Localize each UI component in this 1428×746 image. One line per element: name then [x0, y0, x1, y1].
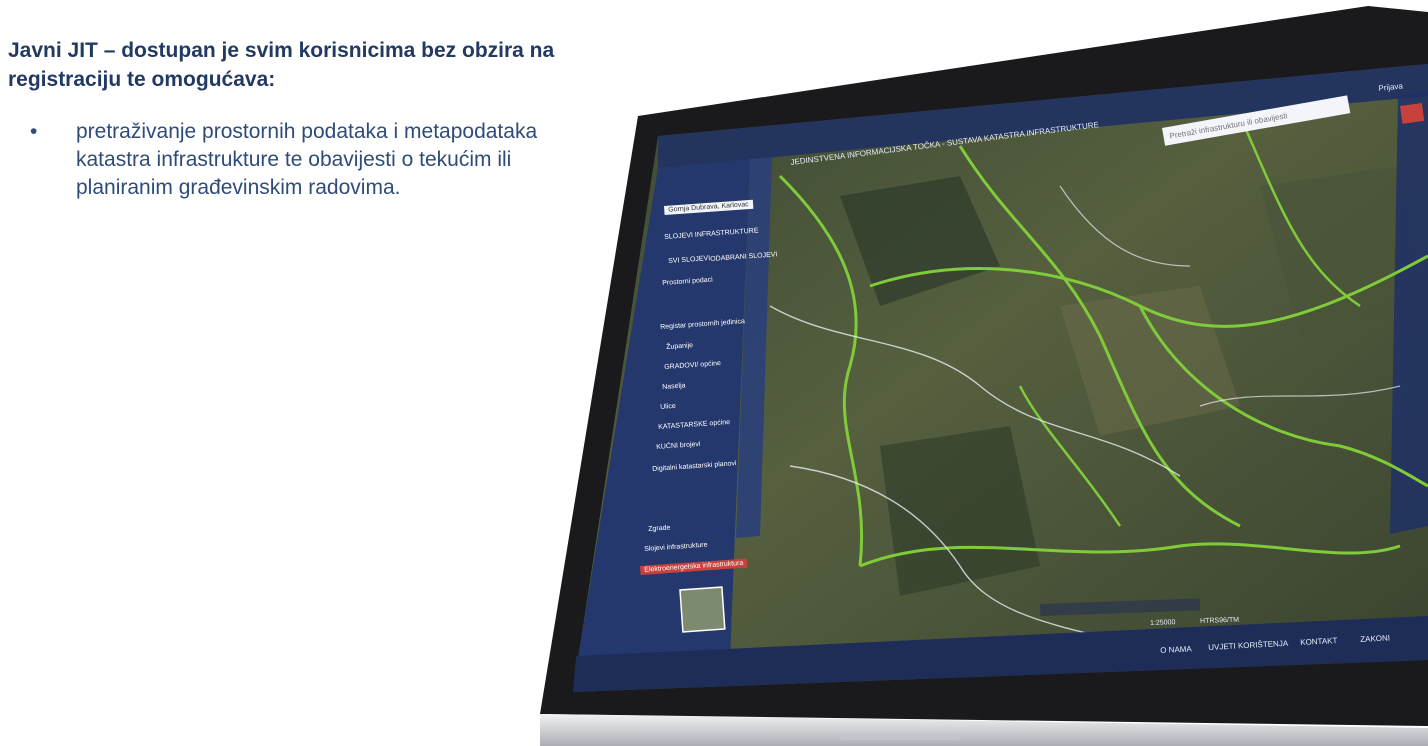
map-search-input[interactable] [1162, 95, 1351, 146]
layer-item[interactable]: Prostorni podaci [662, 276, 713, 287]
footer-link-terms[interactable]: UVJETI KORIŠTENJA [1208, 639, 1288, 652]
panel-title: SLOJEVI INFRASTRUKTURE [664, 227, 759, 241]
feature-list-item: • pretraživanje prostornih podataka i me… [30, 118, 590, 202]
layer-item[interactable]: Županije [666, 342, 693, 351]
feature-list: • pretraživanje prostornih podataka i me… [30, 118, 590, 202]
layer-item[interactable]: KUĆNI brojevi [656, 441, 701, 451]
bullet-marker: • [30, 120, 38, 143]
footer-link-contact[interactable]: KONTAKT [1300, 636, 1338, 647]
layer-item[interactable]: Naselja [662, 382, 686, 391]
layer-item[interactable]: KATASTARSKE općine [658, 419, 730, 431]
layer-item[interactable]: Elektroenergetska infrastruktura [640, 558, 748, 575]
scale-readout[interactable]: 1:25000 [1150, 619, 1176, 627]
layer-item[interactable]: Registar prostornih jedinica [660, 318, 745, 331]
footer-link-laws[interactable]: ZAKONI [1360, 633, 1390, 644]
location-field[interactable]: Gornja Dubrava, Karlovac [664, 199, 753, 215]
layer-item[interactable]: Zgrade [648, 524, 671, 533]
projection-readout[interactable]: HTRS96/TM [1200, 617, 1239, 625]
laptop-mockup: Prijava JEDINSTVENA INFORMACIJSKA TOČKA … [540, 6, 1428, 746]
layer-item[interactable]: Digitalni katastarski planovi [652, 460, 737, 473]
tab-selected-layers[interactable]: ODABRANI SLOJEVI [710, 251, 778, 263]
layer-item[interactable]: Slojevi infrastrukture [644, 542, 708, 553]
layer-item[interactable]: GRADOVI/ općine [664, 360, 721, 371]
footer-link-about[interactable]: O NAMA [1160, 644, 1192, 655]
app-screen: Prijava JEDINSTVENA INFORMACIJSKA TOČKA … [540, 6, 1428, 746]
app-title: JEDINSTVENA INFORMACIJSKA TOČKA - SUSTAV… [790, 120, 1100, 167]
layer-item[interactable]: Ulice [660, 403, 676, 411]
feature-text: pretraživanje prostornih podataka i meta… [76, 120, 538, 199]
tab-all-layers[interactable]: SVI SLOJEVI [668, 255, 710, 265]
login-link[interactable]: Prijava [1378, 81, 1403, 93]
